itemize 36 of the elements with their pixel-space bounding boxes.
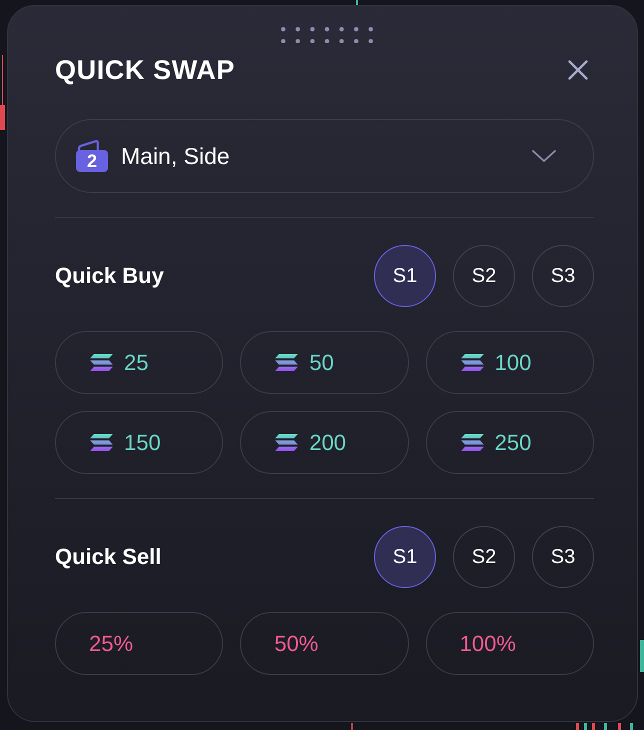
preset-toggle[interactable]: S2 [453, 526, 515, 588]
coin-icon [90, 434, 113, 452]
close-icon [568, 60, 588, 80]
candlestick [640, 640, 644, 672]
amount-button[interactable]: 100 [426, 331, 594, 394]
amount-button[interactable]: 25 [55, 331, 224, 394]
drag-handle-icon[interactable] [280, 27, 372, 44]
section-title: Quick Buy [55, 262, 164, 290]
amount-button[interactable]: 150 [55, 411, 224, 474]
preset-toggle[interactable]: S2 [453, 245, 515, 308]
amount-button[interactable]: 50% [240, 612, 409, 676]
coin-icon [460, 354, 484, 372]
amount-button[interactable]: 200 [240, 411, 409, 474]
preset-toggle[interactable]: S3 [532, 245, 594, 308]
amount-button[interactable]: 100% [426, 612, 594, 676]
coin-icon [460, 434, 484, 452]
coin-icon [90, 354, 113, 372]
chevron-down-icon [532, 150, 556, 162]
coin-icon [275, 354, 298, 372]
amount-button[interactable]: 50 [240, 331, 409, 394]
section-title: Quick Sell [55, 543, 162, 572]
candlestick [604, 723, 607, 730]
preset-toggle[interactable]: S1 [374, 245, 436, 308]
wallet-dropdown[interactable]: 2 Main, Side [55, 119, 594, 194]
candlestick [356, 0, 358, 5]
candlestick [351, 723, 353, 730]
candlestick [630, 723, 633, 730]
preset-toggle[interactable]: S3 [532, 526, 594, 588]
wallet-names: Main, Side [121, 142, 230, 170]
panel-title: QUICK SWAP [55, 54, 236, 86]
coin-icon [275, 434, 298, 452]
close-button[interactable] [568, 60, 588, 80]
candlestick [618, 723, 621, 730]
amount-button[interactable]: 25% [55, 612, 224, 676]
preset-toggle[interactable]: S1 [374, 526, 436, 588]
amount-button[interactable]: 250 [426, 411, 594, 474]
